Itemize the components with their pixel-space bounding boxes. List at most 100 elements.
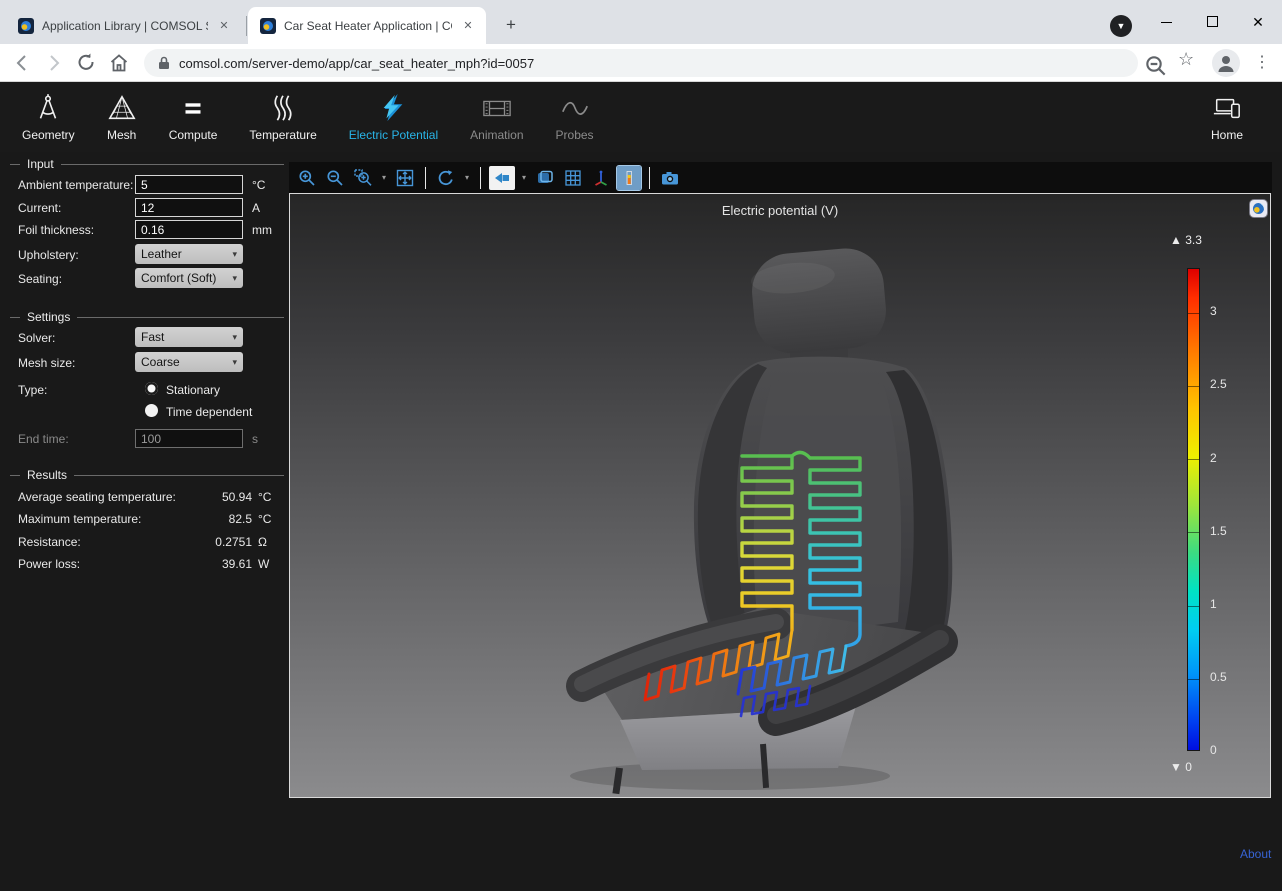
toolbar-separator: [649, 167, 650, 189]
upholstery-dropdown[interactable]: Leather ▾: [135, 244, 243, 264]
about-link[interactable]: About: [1240, 847, 1271, 861]
address-omnibox[interactable]: comsol.com/server-demo/app/car_seat_heat…: [144, 49, 1138, 77]
legend-tick: 1.5: [1210, 524, 1227, 538]
chevron-down-icon: ▾: [232, 332, 237, 343]
tab-car-seat-heater[interactable]: Car Seat Heater Application | CO ✕: [248, 7, 486, 44]
back-icon[interactable]: [10, 51, 34, 75]
solver-dropdown[interactable]: Fast ▾: [135, 327, 243, 347]
browser-tab-strip: Application Library | COMSOL Se ✕ Car Se…: [0, 0, 1282, 44]
radio-time-dependent[interactable]: [145, 404, 158, 417]
grid-button[interactable]: [561, 166, 585, 190]
foil-thickness-field[interactable]: 0.16: [135, 220, 243, 239]
tab-close-icon[interactable]: ✕: [216, 18, 232, 34]
grid-icon: [564, 169, 582, 187]
lock-icon: [158, 56, 170, 70]
devices-home-icon: [1210, 93, 1244, 123]
result-value: 39.61: [222, 557, 252, 571]
tab-application-library[interactable]: Application Library | COMSOL Se ✕: [6, 7, 242, 44]
ambient-temperature-field[interactable]: 5: [135, 175, 243, 194]
tab-title: Car Seat Heater Application | CO: [284, 19, 452, 33]
ribbon-mesh-button[interactable]: Mesh: [91, 85, 153, 149]
browser-menu-icon[interactable]: ⋮: [1254, 52, 1270, 72]
view-menu-caret[interactable]: ▾: [519, 173, 529, 182]
legend-tick: 0: [1210, 743, 1217, 757]
plot-title: Electric potential (V): [290, 203, 1270, 218]
temperature-waves-icon: [268, 93, 298, 123]
graphics-area: ▾ ▾ ▾: [289, 162, 1272, 799]
chrome-update-icon[interactable]: ▼: [1110, 15, 1132, 37]
new-tab-button[interactable]: +: [498, 12, 524, 38]
transparency-icon: [536, 169, 554, 187]
forward-icon[interactable]: [42, 51, 66, 75]
result-row: Maximum temperature: 82.5 °C: [10, 508, 288, 530]
result-value: 50.94: [222, 490, 252, 504]
comsol-favicon: [260, 18, 276, 34]
mesh-size-dropdown[interactable]: Coarse ▾: [135, 352, 243, 372]
magnifier-box-icon: [354, 169, 372, 187]
tab-title: Application Library | COMSOL Se: [42, 19, 208, 33]
solver-row: Solver: Fast ▾: [10, 327, 288, 349]
zoom-extents-icon: [396, 169, 414, 187]
toolbar-separator: [425, 167, 426, 189]
chevron-down-icon: ▾: [232, 273, 237, 284]
window-maximize-button[interactable]: [1197, 12, 1227, 32]
chevron-down-icon: ▾: [232, 249, 237, 260]
axes-button[interactable]: [589, 166, 613, 190]
zoom-out-button[interactable]: [323, 166, 347, 190]
result-row: Average seating temperature: 50.94 °C: [10, 486, 288, 508]
car-seat-model: [290, 194, 1272, 799]
bookmark-star-icon[interactable]: ☆: [1178, 49, 1194, 70]
ribbon-temperature-button[interactable]: Temperature: [233, 85, 332, 149]
mesh-triangle-icon: [107, 93, 137, 123]
home-nav-icon[interactable]: [107, 51, 131, 75]
zoom-extents-button[interactable]: [393, 166, 417, 190]
legend-tick: 1: [1210, 597, 1217, 611]
transparency-button[interactable]: [533, 166, 557, 190]
browser-url-bar: comsol.com/server-demo/app/car_seat_heat…: [0, 44, 1282, 82]
ribbon-animation-button: Animation: [454, 85, 539, 149]
zoom-in-button[interactable]: [295, 166, 319, 190]
window-close-button[interactable]: ✕: [1243, 12, 1273, 32]
end-time-field: 100: [135, 429, 243, 448]
legend-min-marker: ▼ 0: [1170, 760, 1192, 774]
result-value: 82.5: [229, 512, 252, 526]
compute-equals-icon: [178, 93, 208, 123]
ribbon-geometry-button[interactable]: Geometry: [6, 85, 91, 149]
toolbar-separator: [480, 167, 481, 189]
window-minimize-button[interactable]: [1151, 12, 1181, 32]
radio-stationary[interactable]: [145, 382, 158, 395]
upholstery-row: Upholstery: Leather ▾: [10, 244, 288, 266]
mesh-size-row: Mesh size: Coarse ▾: [10, 352, 288, 374]
zoom-box-menu-caret[interactable]: ▾: [379, 173, 389, 182]
seating-dropdown[interactable]: Comfort (Soft) ▾: [135, 268, 243, 288]
reload-icon[interactable]: [74, 51, 98, 75]
legend-tick: 0.5: [1210, 670, 1227, 684]
ribbon-compute-button[interactable]: Compute: [153, 85, 234, 149]
tab-close-icon[interactable]: ✕: [460, 18, 476, 34]
comsol-logo[interactable]: [1250, 200, 1267, 217]
color-legend-toggle-button[interactable]: [617, 166, 641, 190]
current-field[interactable]: 12: [135, 198, 243, 217]
section-results-header: Results: [10, 468, 284, 482]
plot-canvas-3d-view[interactable]: Electric potential (V) ▲ 3.3 3 2.5 2 1.5…: [289, 193, 1271, 798]
rotate-view-button[interactable]: [434, 166, 458, 190]
profile-avatar[interactable]: [1212, 49, 1240, 77]
lightning-bolt-icon: [378, 93, 408, 123]
page-zoom-icon[interactable]: [1144, 54, 1168, 78]
zoom-box-button[interactable]: [351, 166, 375, 190]
chevron-down-icon: ▾: [232, 357, 237, 368]
view-orientation-button[interactable]: [489, 166, 515, 190]
current-row: Current: 12 A: [10, 197, 288, 219]
axes-icon: [592, 169, 610, 187]
ribbon-electric-potential-button[interactable]: Electric Potential: [333, 85, 454, 149]
ribbon-probes-button: Probes: [540, 85, 610, 149]
result-value: 0.2751: [215, 535, 252, 549]
snapshot-button[interactable]: [658, 166, 682, 190]
seating-row: Seating: Comfort (Soft) ▾: [10, 268, 288, 290]
ribbon-home-button[interactable]: Home: [1194, 85, 1260, 149]
rotate-menu-caret[interactable]: ▾: [462, 173, 472, 182]
result-row: Power loss: 39.61 W: [10, 553, 288, 575]
color-legend-bar: [1187, 268, 1200, 751]
geometry-compass-icon: [33, 93, 63, 123]
section-input-header: Input: [10, 157, 284, 171]
